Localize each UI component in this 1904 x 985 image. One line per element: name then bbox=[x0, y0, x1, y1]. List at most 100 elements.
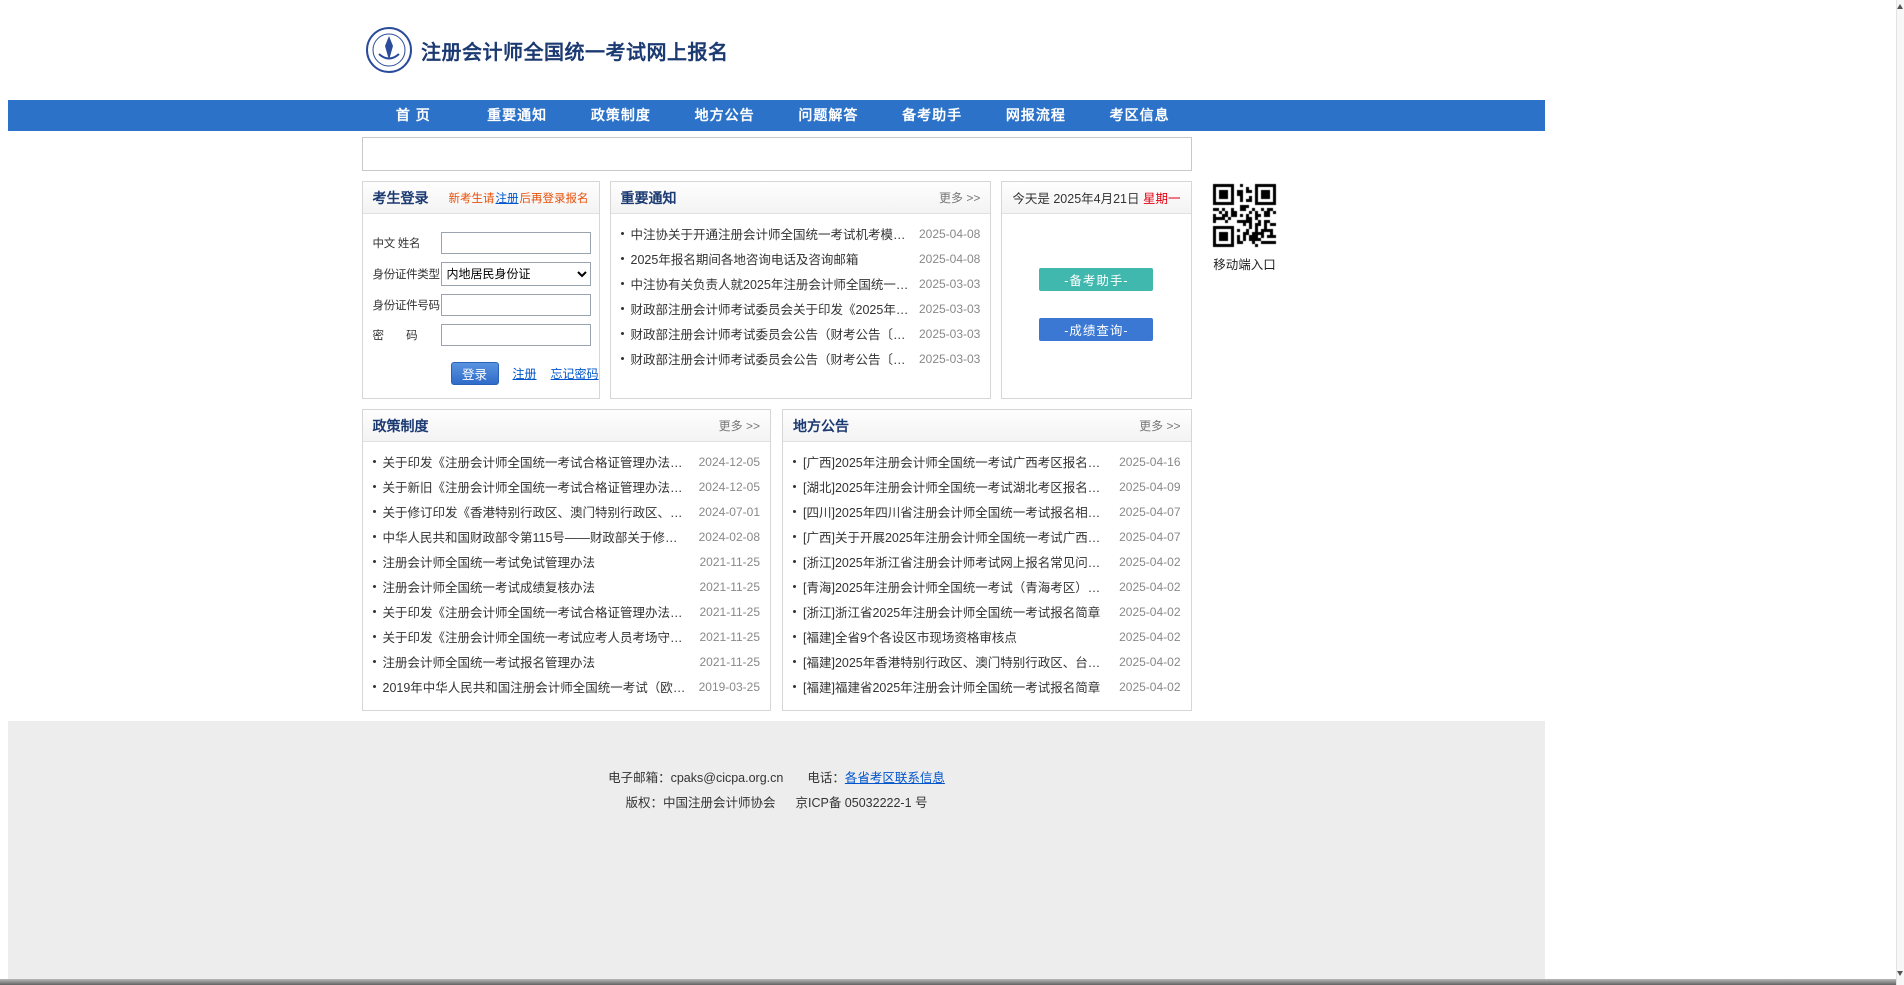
nav-item[interactable]: 政策制度 bbox=[569, 100, 673, 131]
policy-link[interactable]: 注册会计师全国统一考试报名管理办法 bbox=[383, 652, 690, 671]
local-item: [广西]2025年注册会计师全国统一考试广西考区报名答疑 2025-04-16 bbox=[793, 449, 1181, 474]
scroll-up-arrow-icon[interactable] bbox=[1897, 4, 1903, 9]
policy-date: 2021-11-25 bbox=[700, 555, 761, 569]
nav-item[interactable]: 备考助手 bbox=[880, 100, 984, 131]
local-link[interactable]: [四川]2025年四川省注册会计师全国统一考试报名相关问... bbox=[803, 502, 1109, 521]
policy-date: 2024-02-08 bbox=[699, 530, 760, 544]
local-date: 2025-04-09 bbox=[1119, 480, 1180, 494]
bullet-icon bbox=[373, 660, 376, 663]
scroll-down-arrow-icon[interactable] bbox=[1897, 971, 1903, 976]
local-title: 地方公告 bbox=[793, 416, 849, 436]
today-weekday: 星期一 bbox=[1143, 192, 1181, 206]
local-date: 2025-04-02 bbox=[1119, 630, 1180, 644]
notice-link[interactable]: 2025年报名期间各地咨询电话及咨询邮箱 bbox=[631, 249, 909, 268]
copyright-text: 版权：中国注册会计师协会 bbox=[625, 796, 775, 810]
policy-date: 2021-11-25 bbox=[700, 655, 761, 669]
login-panel-header: 考生登录 新考生请注册后再登录报名 bbox=[363, 182, 599, 214]
score-query-button[interactable]: -成绩查询- bbox=[1039, 318, 1153, 341]
policy-item: 注册会计师全国统一考试成绩复核办法 2021-11-25 bbox=[373, 574, 761, 599]
local-item: [福建]福建省2025年注册会计师全国统一考试报名简章 2025-04-02 bbox=[793, 674, 1181, 699]
bullet-icon bbox=[621, 282, 624, 285]
notice-link[interactable]: 财政部注册会计师考试委员会公告（财考公告〔2025〕2号... bbox=[631, 349, 909, 368]
bullet-icon bbox=[373, 485, 376, 488]
policy-link[interactable]: 关于印发《注册会计师全国统一考试合格证管理办法》的通知 bbox=[383, 452, 689, 471]
local-item: [福建]2025年香港特别行政区、澳门特别行政区、台湾地... 2025-04-… bbox=[793, 649, 1181, 674]
policy-link[interactable]: 关于印发《注册会计师全国统一考试合格证管理办法》的通知 bbox=[383, 602, 690, 621]
local-date: 2025-04-07 bbox=[1119, 530, 1180, 544]
notice-item: 财政部注册会计师考试委员会关于印发《2025年注册会计师... 2025-03-… bbox=[621, 296, 981, 321]
today-panel: 今天是 2025年4月21日 星期一 -备考助手- -成绩查询- bbox=[1001, 181, 1191, 399]
nav-item[interactable]: 问题解答 bbox=[777, 100, 881, 131]
nav-item[interactable]: 考区信息 bbox=[1088, 100, 1192, 131]
notice-link[interactable]: 中注协关于开通注册会计师全国统一考试机考模拟练习网站的公... bbox=[631, 224, 909, 243]
password-input[interactable] bbox=[441, 324, 591, 346]
page: 注册会计师全国统一考试网上报名 首 页 重要通知 政策制度 地方公告 问题解答 … bbox=[8, 0, 1545, 984]
policy-link[interactable]: 2019年中华人民共和国注册会计师全国统一考试（欧洲考区... bbox=[383, 677, 689, 696]
province-contact-link[interactable]: 各省考区联系信息 bbox=[845, 771, 945, 785]
register-inline-link[interactable]: 注册 bbox=[496, 193, 519, 205]
id-type-label: 身份证件类型 bbox=[373, 266, 441, 282]
policy-link[interactable]: 关于新旧《注册会计师全国统一考试合格证管理办法》有关衔接... bbox=[383, 477, 689, 496]
bullet-icon bbox=[621, 257, 624, 260]
policy-link[interactable]: 关于修订印发《香港特别行政区、澳门特别行政区、台湾地区居... bbox=[383, 502, 689, 521]
local-date: 2025-04-02 bbox=[1119, 555, 1180, 569]
nav-item[interactable]: 网报流程 bbox=[984, 100, 1088, 131]
policy-item: 关于印发《注册会计师全国统一考试合格证管理办法》的通知 2024-12-05 bbox=[373, 449, 761, 474]
bullet-icon bbox=[373, 635, 376, 638]
vertical-scrollbar[interactable] bbox=[1896, 0, 1904, 985]
cicpa-logo-icon bbox=[365, 26, 413, 74]
local-link[interactable]: [福建]福建省2025年注册会计师全国统一考试报名简章 bbox=[803, 677, 1109, 696]
notice-link[interactable]: 中注协有关负责人就2025年注册会计师全国统一考试报名相... bbox=[631, 274, 909, 293]
policy-date: 2024-12-05 bbox=[699, 455, 760, 469]
notice-link[interactable]: 财政部注册会计师考试委员会关于印发《2025年注册会计师... bbox=[631, 299, 909, 318]
local-link[interactable]: [湖北]2025年注册会计师全国统一考试湖北考区报名答疑 bbox=[803, 477, 1109, 496]
policy-link[interactable]: 关于印发《注册会计师全国统一考试应考人员考场守则》的通知 bbox=[383, 627, 690, 646]
local-item: [浙江]浙江省2025年注册会计师全国统一考试报名简章 2025-04-02 bbox=[793, 599, 1181, 624]
policies-list: 关于印发《注册会计师全国统一考试合格证管理办法》的通知 2024-12-05 关… bbox=[363, 449, 771, 699]
exam-helper-button[interactable]: -备考助手- bbox=[1039, 268, 1153, 291]
main-content: 考生登录 新考生请注册后再登录报名 中文 姓名 身份证件类型 内地居民身份证 bbox=[362, 181, 1192, 711]
nav-item[interactable]: 地方公告 bbox=[673, 100, 777, 131]
nav-item[interactable]: 首 页 bbox=[362, 100, 466, 131]
today-date: 今天是 2025年4月21日 星期一 bbox=[1012, 188, 1180, 207]
notices-panel: 重要通知 更多 >> 中注协关于开通注册会计师全国统一考试机考模拟练习网站的公.… bbox=[610, 181, 992, 399]
nav-item[interactable]: 重要通知 bbox=[465, 100, 569, 131]
bullet-icon bbox=[793, 610, 796, 613]
password-label: 密 码 bbox=[373, 327, 441, 343]
register-link[interactable]: 注册 bbox=[513, 365, 537, 382]
id-number-input[interactable] bbox=[441, 294, 591, 316]
local-link[interactable]: [广西]2025年注册会计师全国统一考试广西考区报名答疑 bbox=[803, 452, 1109, 471]
forgot-password-link[interactable]: 忘记密码 bbox=[551, 365, 599, 382]
footer-copyright-line: 版权：中国注册会计师协会京ICP备 05032222-1 号 bbox=[8, 792, 1545, 811]
policy-link[interactable]: 注册会计师全国统一考试成绩复核办法 bbox=[383, 577, 690, 596]
id-number-label: 身份证件号码 bbox=[373, 297, 441, 313]
id-type-select[interactable]: 内地居民身份证 bbox=[441, 262, 591, 286]
notice-item: 中注协有关负责人就2025年注册会计师全国统一考试报名相... 2025-03-… bbox=[621, 271, 981, 296]
policy-link[interactable]: 注册会计师全国统一考试免试管理办法 bbox=[383, 552, 690, 571]
local-link[interactable]: [福建]2025年香港特别行政区、澳门特别行政区、台湾地... bbox=[803, 652, 1109, 671]
policies-title: 政策制度 bbox=[373, 416, 429, 436]
local-link[interactable]: [福建]全省9个各设区市现场资格审核点 bbox=[803, 627, 1109, 646]
local-link[interactable]: [广西]关于开展2025年注册会计师全国统一考试广西考区... bbox=[803, 527, 1109, 546]
local-link[interactable]: [青海]2025年注册会计师全国统一考试（青海考区）报名... bbox=[803, 577, 1109, 596]
local-link[interactable]: [浙江]2025年浙江省注册会计师考试网上报名常见问题解答... bbox=[803, 552, 1109, 571]
notice-date: 2025-03-03 bbox=[919, 277, 980, 291]
policies-more-link[interactable]: 更多 >> bbox=[719, 417, 760, 434]
bullet-icon bbox=[621, 332, 624, 335]
notice-link[interactable]: 财政部注册会计师考试委员会公告（财考公告〔2025〕1号... bbox=[631, 324, 909, 343]
mobile-entry-qr: 移动端入口 bbox=[1210, 183, 1280, 273]
bullet-icon bbox=[373, 510, 376, 513]
policies-header: 政策制度 更多 >> bbox=[363, 410, 771, 442]
policy-link[interactable]: 中华人民共和国财政部令第115号——财政部关于修改《... bbox=[383, 527, 689, 546]
policy-date: 2021-11-25 bbox=[700, 630, 761, 644]
notices-list: 中注协关于开通注册会计师全国统一考试机考模拟练习网站的公... 2025-04-… bbox=[611, 221, 991, 371]
new-candidate-note: 新考生请注册后再登录报名 bbox=[449, 190, 589, 206]
local-link[interactable]: [浙江]浙江省2025年注册会计师全国统一考试报名简章 bbox=[803, 602, 1109, 621]
notices-more-link[interactable]: 更多 >> bbox=[939, 189, 980, 206]
local-date: 2025-04-02 bbox=[1119, 655, 1180, 669]
login-button[interactable]: 登录 bbox=[451, 362, 499, 385]
local-date: 2025-04-07 bbox=[1119, 505, 1180, 519]
name-input[interactable] bbox=[441, 232, 591, 254]
local-more-link[interactable]: 更多 >> bbox=[1139, 417, 1180, 434]
site-footer: 电子邮箱：cpaks@cicpa.org.cn电话：各省考区联系信息 版权：中国… bbox=[8, 721, 1545, 984]
